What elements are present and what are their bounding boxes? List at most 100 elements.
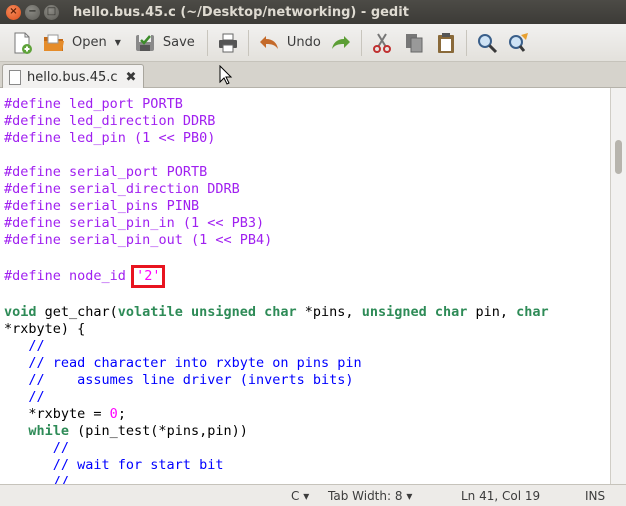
minimize-window-button[interactable]: −: [25, 4, 40, 20]
maximize-window-button[interactable]: □: [44, 4, 59, 20]
code-line: #define led_pin (1 << PB0): [4, 130, 215, 147]
comment-line: // assumes line driver (inverts bits): [4, 372, 354, 388]
define-keyword: #define: [4, 164, 61, 180]
chevron-down-icon: ▾: [406, 489, 413, 503]
code-line: *rxbyte) {: [4, 321, 86, 337]
chevron-down-icon: ▼: [114, 38, 121, 47]
scrollbar-thumb[interactable]: [615, 140, 622, 174]
code-line: #define serial_pin_out (1 << PB4): [4, 232, 272, 249]
define-keyword: #define: [4, 198, 61, 214]
open-recent-dropdown[interactable]: ▼: [111, 27, 123, 59]
code-line: *rxbyte = 0;: [4, 406, 126, 423]
type-keyword: volatile: [117, 304, 183, 320]
new-document-icon: [10, 31, 34, 55]
undo-button[interactable]: Undo: [253, 27, 325, 59]
close-tab-icon[interactable]: ✖: [126, 70, 137, 85]
open-button[interactable]: Open: [38, 27, 111, 59]
define-keyword: #define: [4, 113, 61, 129]
define-keyword: #define: [4, 268, 61, 284]
highlighted-node-id-value: '2': [131, 265, 166, 288]
code-line: #define serial_direction DDRB: [4, 181, 240, 198]
new-document-button[interactable]: [6, 27, 38, 59]
comment-line: //: [4, 338, 45, 354]
code-line: void get_char(volatile unsigned char *pi…: [4, 304, 549, 321]
copy-button[interactable]: [398, 27, 430, 59]
code-text: pin,: [467, 304, 517, 320]
code-text: led_direction DDRB: [60, 113, 216, 129]
document-tab-bar: hello.bus.45.c ✖: [0, 62, 626, 89]
undo-label: Undo: [286, 35, 321, 50]
code-text: (pin_test(*pins,pin)): [69, 423, 248, 439]
clipboard-icon: [434, 31, 458, 55]
find-replace-icon: [507, 31, 531, 55]
code-text: led_port PORTB: [60, 96, 183, 112]
number-literal: 0: [109, 406, 118, 422]
title-bar: × − □ hello.bus.45.c (~/Desktop/networki…: [0, 0, 626, 24]
type-keyword: char: [264, 304, 297, 320]
code-text: serial_pin_out (1 << PB4): [60, 232, 273, 248]
search-icon: [475, 31, 499, 55]
open-folder-icon: [42, 31, 66, 55]
find-replace-button[interactable]: [503, 27, 535, 59]
define-keyword: #define: [4, 130, 61, 146]
while-keyword: while: [28, 423, 70, 439]
redo-arrow-icon: [329, 31, 353, 55]
tab-label: hello.bus.45.c: [27, 69, 118, 85]
code-editor[interactable]: #define led_port PORTB #define led_direc…: [0, 88, 610, 484]
define-keyword: #define: [4, 215, 61, 231]
comment-line: // wait for start bit: [4, 457, 224, 473]
code-text: ;: [117, 406, 126, 422]
toolbar: Open ▼ Save Undo: [0, 24, 626, 62]
language-label: C: [291, 489, 300, 503]
code-line: #define led_port PORTB: [4, 96, 183, 113]
toolbar-separator: [360, 29, 362, 56]
open-label: Open: [72, 35, 107, 50]
vertical-scrollbar[interactable]: [610, 88, 626, 484]
code-text: serial_pins PINB: [60, 198, 200, 214]
paste-button[interactable]: [430, 27, 462, 59]
tab-width-selector[interactable]: Tab Width: 8 ▾: [328, 489, 412, 503]
code-line: #define serial_pin_in (1 << PB3): [4, 215, 264, 232]
type-keyword: unsigned: [190, 304, 256, 320]
window-title: hello.bus.45.c (~/Desktop/networking) - …: [73, 4, 409, 20]
toolbar-separator: [206, 29, 208, 56]
save-label: Save: [162, 35, 195, 50]
cut-button[interactable]: [366, 27, 398, 59]
type-keyword: unsigned: [361, 304, 427, 320]
tab-width-label: Tab Width: 8: [328, 489, 403, 503]
tab-hello-bus-45-c[interactable]: hello.bus.45.c ✖: [2, 64, 144, 89]
mouse-pointer-icon: [219, 65, 233, 85]
copy-icon: [402, 31, 426, 55]
save-icon: [133, 31, 157, 55]
scissors-icon: [370, 31, 394, 55]
printer-icon: [216, 31, 240, 55]
type-keyword: char: [434, 304, 468, 320]
code-text: serial_direction DDRB: [60, 181, 240, 197]
code-text: serial_pin_in (1 << PB3): [60, 215, 265, 231]
type-keyword: char: [516, 304, 549, 320]
minimize-icon: −: [28, 6, 37, 17]
language-selector[interactable]: C ▾: [291, 489, 309, 503]
print-button[interactable]: [212, 27, 244, 59]
code-line: while (pin_test(*pins,pin)): [4, 423, 248, 440]
define-keyword: #define: [4, 181, 61, 197]
comment-line: //: [4, 440, 70, 456]
close-icon: ×: [9, 6, 18, 17]
code-line: #define led_direction DDRB: [4, 113, 215, 130]
search-button[interactable]: [471, 27, 503, 59]
define-keyword: #define: [4, 96, 61, 112]
cursor-position: Ln 41, Col 19: [461, 489, 541, 503]
comment-line: //: [4, 389, 45, 405]
code-text: *pins,: [296, 304, 362, 320]
save-button[interactable]: Save: [129, 27, 199, 59]
code-text: serial_port PORTB: [60, 164, 208, 180]
close-window-button[interactable]: ×: [6, 4, 21, 20]
undo-arrow-icon: [257, 31, 281, 55]
comment-line: //: [4, 474, 70, 484]
type-keyword: void: [4, 304, 37, 320]
redo-button[interactable]: [325, 27, 357, 59]
